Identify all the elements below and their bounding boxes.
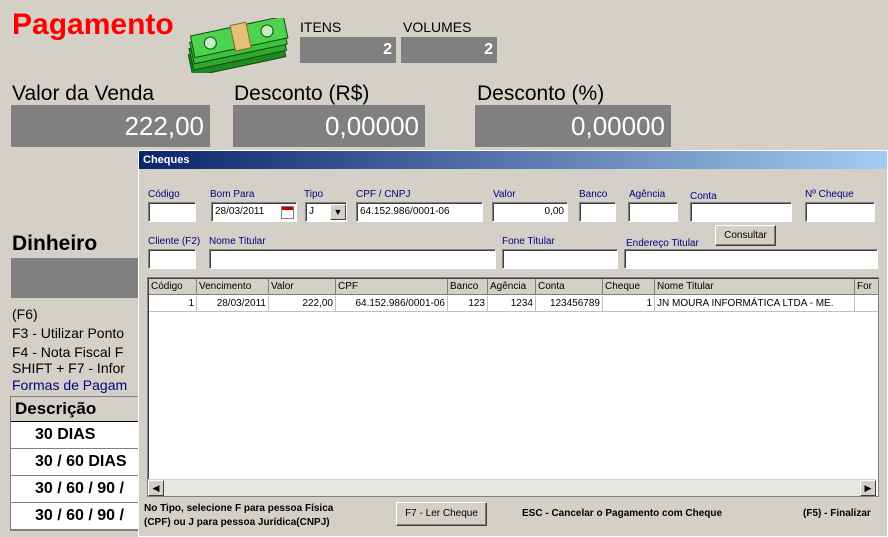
table-cell: 1 — [149, 296, 197, 312]
column-header[interactable]: Vencimento — [197, 279, 269, 295]
nro-cheque-label: Nº Cheque — [805, 189, 854, 200]
formas-pagamento-table: Descrição 30 DIAS 30 / 60 DIAS 30 / 60 /… — [10, 396, 146, 531]
tipo-hint-line2: (CPF) ou J para pessoa Jurídica(CNPJ) — [144, 517, 330, 528]
table-cell: 28/03/2011 — [197, 296, 269, 312]
endereco-titular-input[interactable] — [624, 249, 878, 269]
table-cell — [855, 296, 878, 312]
list-item[interactable]: 30 / 60 / 90 / — [11, 503, 145, 530]
bom-para-label: Bom Para — [210, 189, 255, 200]
agencia-input[interactable] — [628, 202, 678, 222]
conta-input[interactable] — [690, 202, 792, 222]
column-header[interactable]: Conta — [536, 279, 603, 295]
column-header[interactable]: Nome Titular — [655, 279, 855, 295]
cliente-input[interactable] — [148, 249, 196, 269]
list-item[interactable]: 30 DIAS — [11, 422, 145, 449]
nro-cheque-input[interactable] — [805, 202, 875, 222]
cpf-cnpj-input[interactable]: 64.152.986/0001-06 — [356, 202, 483, 222]
f3-hint: F3 - Utilizar Ponto — [12, 325, 125, 341]
dinheiro-input[interactable] — [11, 258, 141, 298]
desconto-pct-value[interactable]: 0,00000 — [475, 105, 671, 147]
column-header[interactable]: Cheque — [603, 279, 655, 295]
valor-label: Valor — [493, 189, 516, 200]
banco-label: Banco — [579, 189, 608, 200]
table-cell: JN MOURA INFORMÁTICA LTDA - ME. — [655, 296, 855, 312]
itens-label: ITENS — [300, 19, 342, 35]
column-header[interactable]: Banco — [448, 279, 488, 295]
codigo-label: Código — [148, 189, 180, 200]
calendar-icon[interactable] — [281, 206, 294, 219]
shift-f7-hint: SHIFT + F7 - Infor — [12, 360, 125, 376]
horizontal-scrollbar[interactable]: ◀ ▶ — [148, 479, 876, 496]
volumes-label: VOLUMES — [403, 19, 472, 35]
column-header[interactable]: Código — [149, 279, 197, 295]
list-item[interactable]: 30 / 60 / 90 / — [11, 476, 145, 503]
cpf-cnpj-label: CPF / CNPJ — [356, 189, 411, 200]
list-item[interactable]: 30 / 60 DIAS — [11, 449, 145, 476]
cheques-dialog: Cheques Código Bom Para 28/03/2011 Tipo … — [138, 150, 888, 537]
consultar-button[interactable]: Consultar — [715, 225, 776, 246]
desc-header: Descrição — [11, 397, 145, 422]
desconto-pct-label: Desconto (%) — [477, 82, 605, 105]
bom-para-value: 28/03/2011 — [215, 206, 265, 217]
scroll-right-icon[interactable]: ▶ — [860, 480, 876, 496]
dinheiro-label: Dinheiro — [12, 232, 98, 255]
table-cell: 1 — [603, 296, 655, 312]
esc-hint: ESC - Cancelar o Pagamento com Cheque — [522, 508, 723, 519]
finalizar-hint: (F5) - Finalizar — [803, 508, 871, 519]
agencia-label: Agência — [629, 189, 666, 200]
desconto-rs-label: Desconto (R$) — [234, 82, 370, 105]
banco-input[interactable] — [579, 202, 616, 222]
cliente-label: Cliente (F2) — [148, 236, 201, 247]
tipo-select[interactable]: J ▼ — [305, 202, 347, 222]
endereco-titular-label: Endereço Titular — [626, 238, 699, 249]
column-header[interactable]: Agência — [488, 279, 536, 295]
valor-venda-label: Valor da Venda — [12, 82, 155, 105]
nome-titular-input[interactable] — [209, 249, 496, 269]
cheques-grid: Código Vencimento Valor CPF Banco Agênci… — [147, 277, 879, 497]
codigo-input[interactable] — [148, 202, 196, 222]
formas-pagamento-label: Formas de Pagam — [12, 377, 128, 393]
money-icon — [180, 15, 298, 78]
itens-value: 2 — [300, 37, 396, 63]
bom-para-date-field[interactable]: 28/03/2011 — [211, 202, 297, 222]
tipo-label: Tipo — [304, 189, 324, 200]
table-cell: 123456789 — [536, 296, 603, 312]
fone-titular-label: Fone Titular — [502, 236, 555, 247]
volumes-value: 2 — [401, 37, 497, 63]
scroll-left-icon[interactable]: ◀ — [148, 480, 164, 496]
column-header[interactable]: CPF — [336, 279, 448, 295]
fone-titular-input[interactable] — [502, 249, 618, 269]
dropdown-arrow-icon[interactable]: ▼ — [330, 204, 346, 220]
column-header[interactable]: For — [855, 279, 878, 295]
ler-cheque-button[interactable]: F7 - Ler Cheque — [396, 502, 487, 526]
dialog-title: Cheques — [139, 151, 887, 169]
conta-label: Conta — [690, 191, 717, 202]
f4-hint: F4 - Nota Fiscal F — [12, 344, 124, 360]
column-header[interactable]: Valor — [269, 279, 336, 295]
f6-hint: (F6) — [12, 306, 38, 322]
desconto-rs-value[interactable]: 0,00000 — [233, 105, 425, 147]
tipo-value: J — [309, 206, 314, 217]
table-cell: 64.152.986/0001-06 — [336, 296, 448, 312]
valor-input[interactable]: 0,00 — [492, 202, 568, 222]
table-cell: 123 — [448, 296, 488, 312]
table-cell: 1234 — [488, 296, 536, 312]
page-title: Pagamento — [12, 8, 174, 41]
nome-titular-label: Nome Titular — [209, 236, 266, 247]
valor-venda-value: 222,00 — [11, 105, 210, 147]
tipo-hint-line1: No Tipo, selecione F para pessoa Física — [144, 503, 334, 514]
table-cell: 222,00 — [269, 296, 336, 312]
